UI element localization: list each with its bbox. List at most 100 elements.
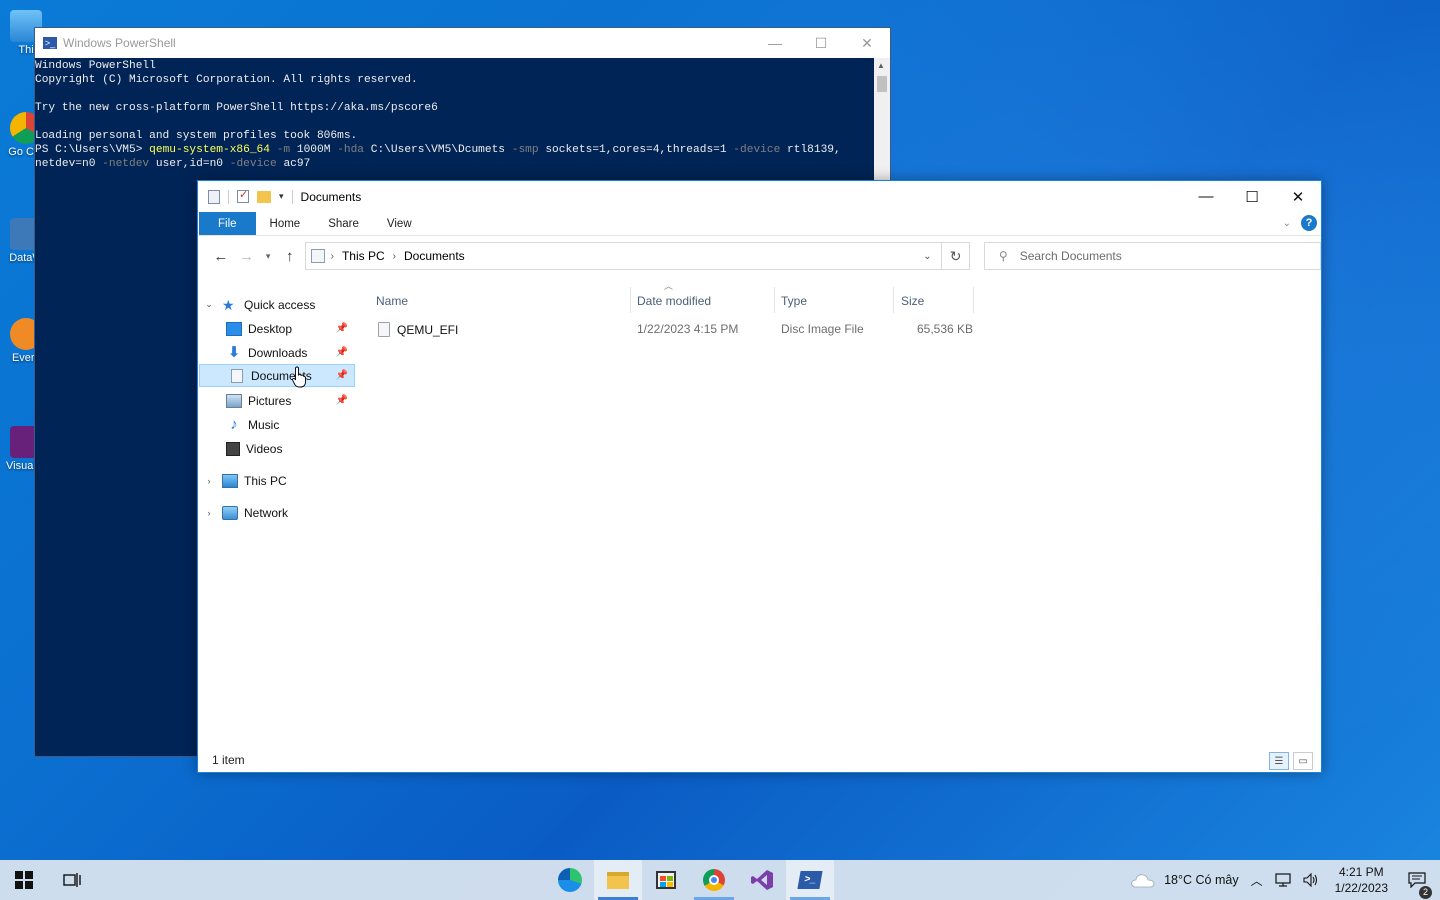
- new-folder-icon[interactable]: [257, 190, 271, 203]
- file-row[interactable]: QEMU_EFI 1/22/2023 4:15 PM Disc Image Fi…: [368, 319, 978, 341]
- network-icon: [222, 505, 238, 520]
- show-hidden-icons-chevron-icon[interactable]: ︿: [1245, 872, 1269, 889]
- weather-widget[interactable]: 18°C Có mây: [1124, 872, 1244, 888]
- status-bar: 1 item ☰ ▭: [198, 748, 1321, 772]
- taskbar-chrome[interactable]: [690, 860, 738, 900]
- pin-icon[interactable]: 📌: [336, 395, 348, 406]
- console-token: 1000M: [290, 144, 331, 156]
- column-header-name[interactable]: Name: [376, 289, 626, 313]
- network-status-icon[interactable]: [1269, 873, 1297, 887]
- task-view-button[interactable]: [48, 860, 96, 900]
- console-args-continued: netdev=n0 -netdev user,id=n0 -device ac9…: [35, 157, 874, 171]
- star-icon: ★: [222, 296, 235, 313]
- up-button[interactable]: ↑: [277, 243, 303, 269]
- clock-time: 4:21 PM: [1338, 865, 1384, 879]
- close-button[interactable]: ✕: [1275, 181, 1321, 212]
- minimize-button[interactable]: —: [752, 28, 798, 58]
- tab-view[interactable]: View: [373, 212, 426, 235]
- taskbar-visual-studio[interactable]: [738, 860, 786, 900]
- file-explorer-window[interactable]: ▾ Documents — ☐ ✕ File Home Share View ⌄…: [197, 180, 1322, 773]
- nav-item-desktop[interactable]: Desktop 📌: [226, 317, 354, 340]
- nav-item-downloads[interactable]: ⬇ Downloads 📌: [226, 341, 354, 364]
- tab-share[interactable]: Share: [314, 212, 373, 235]
- windows-logo-icon: [15, 871, 33, 889]
- edge-icon: [558, 868, 582, 892]
- column-divider[interactable]: [630, 287, 631, 313]
- notification-center-button[interactable]: 2: [1398, 872, 1440, 899]
- collapse-chevron-icon[interactable]: ⌄: [202, 299, 216, 310]
- breadcrumb-this-pc[interactable]: This PC: [342, 249, 385, 263]
- properties-icon[interactable]: [208, 189, 220, 204]
- pin-icon[interactable]: 📌: [336, 323, 348, 334]
- pin-icon[interactable]: 📌: [336, 347, 348, 358]
- back-button[interactable]: ←: [208, 243, 234, 269]
- console-command-line: PS C:\Users\VM5> qemu-system-x86_64 -m 1…: [35, 143, 874, 157]
- recent-locations-button[interactable]: ▾: [259, 243, 277, 269]
- large-icons-view-icon[interactable]: ▭: [1293, 752, 1313, 770]
- expand-ribbon-icon[interactable]: ⌄: [1283, 218, 1291, 229]
- console-command: qemu-system-x86_64: [149, 144, 270, 156]
- console-token: -device: [223, 158, 277, 170]
- nav-item-pictures[interactable]: Pictures 📌: [226, 389, 354, 412]
- forward-button[interactable]: →: [234, 243, 260, 269]
- search-box[interactable]: ⚲ Search Documents: [983, 242, 1321, 270]
- task-view-icon: [63, 873, 81, 887]
- details-view-icon[interactable]: ☰: [1269, 752, 1289, 770]
- column-header-date-modified[interactable]: Date modified: [637, 289, 777, 313]
- explorer-titlebar[interactable]: ▾ Documents — ☐ ✕: [198, 181, 1321, 212]
- nav-network[interactable]: › Network: [202, 501, 352, 524]
- expand-chevron-icon[interactable]: ›: [202, 508, 216, 518]
- system-tray: 18°C Có mây ︿ 4:21 PM 1/22/2023 2: [1124, 860, 1440, 900]
- taskbar-file-explorer[interactable]: [594, 860, 642, 900]
- column-divider[interactable]: [973, 287, 974, 313]
- refresh-button[interactable]: ↻: [942, 242, 970, 270]
- tab-home[interactable]: Home: [256, 212, 315, 235]
- column-header-size[interactable]: Size: [901, 289, 971, 313]
- videos-icon: [226, 441, 240, 456]
- scroll-up-icon[interactable]: ▲: [877, 61, 885, 70]
- nav-label: Music: [248, 417, 280, 432]
- column-header-type[interactable]: Type: [781, 289, 891, 313]
- breadcrumb-chevron-icon[interactable]: ›: [393, 251, 396, 262]
- address-bar[interactable]: › This PC › Documents ⌄: [304, 242, 943, 270]
- expand-chevron-icon[interactable]: ›: [202, 476, 216, 486]
- downloads-icon: ⬇: [227, 343, 241, 361]
- console-line: Loading personal and system profiles too…: [35, 130, 358, 142]
- disc-image-file-icon: [378, 322, 390, 337]
- console-token: -smp: [505, 144, 539, 156]
- music-icon: ♪: [230, 415, 238, 433]
- powershell-scrollbar[interactable]: ▲: [874, 58, 890, 182]
- help-icon[interactable]: ?: [1301, 215, 1317, 231]
- column-divider[interactable]: [893, 287, 894, 313]
- nav-quick-access[interactable]: ⌄ ★ Quick access: [202, 293, 352, 316]
- chrome-icon: [703, 869, 725, 891]
- check-icon[interactable]: [237, 188, 249, 203]
- nav-this-pc[interactable]: › This PC: [202, 469, 352, 492]
- powershell-title: Windows PowerShell: [63, 36, 176, 50]
- taskbar-store[interactable]: [642, 860, 690, 900]
- console-token: user,id=n0: [149, 158, 224, 170]
- nav-item-videos[interactable]: Videos: [226, 437, 354, 460]
- maximize-button[interactable]: ☐: [798, 28, 844, 58]
- scrollbar-thumb[interactable]: [877, 76, 887, 92]
- close-button[interactable]: ✕: [844, 28, 890, 58]
- nav-item-music[interactable]: ♪ Music: [226, 413, 354, 436]
- cloud-icon: [1131, 874, 1155, 888]
- address-dropdown-icon[interactable]: ⌄: [913, 243, 941, 269]
- start-button[interactable]: [0, 860, 48, 900]
- customize-toolbar-icon[interactable]: ▾: [279, 191, 284, 202]
- tab-file[interactable]: File: [199, 212, 256, 235]
- breadcrumb-chevron-icon[interactable]: ›: [331, 251, 334, 262]
- pin-icon[interactable]: 📌: [336, 370, 348, 381]
- powershell-titlebar[interactable]: >_ Windows PowerShell — ☐ ✕: [35, 28, 890, 58]
- breadcrumb-documents[interactable]: Documents: [404, 249, 465, 263]
- maximize-button[interactable]: ☐: [1229, 181, 1275, 212]
- volume-icon[interactable]: [1297, 873, 1325, 887]
- taskbar-powershell[interactable]: >_: [786, 860, 834, 900]
- minimize-button[interactable]: —: [1183, 181, 1229, 212]
- toolbar-divider: [291, 189, 293, 204]
- nav-item-documents[interactable]: Documents 📌: [199, 364, 355, 387]
- taskbar-edge[interactable]: [546, 860, 594, 900]
- column-divider[interactable]: [774, 287, 775, 313]
- clock[interactable]: 4:21 PM 1/22/2023: [1325, 864, 1398, 896]
